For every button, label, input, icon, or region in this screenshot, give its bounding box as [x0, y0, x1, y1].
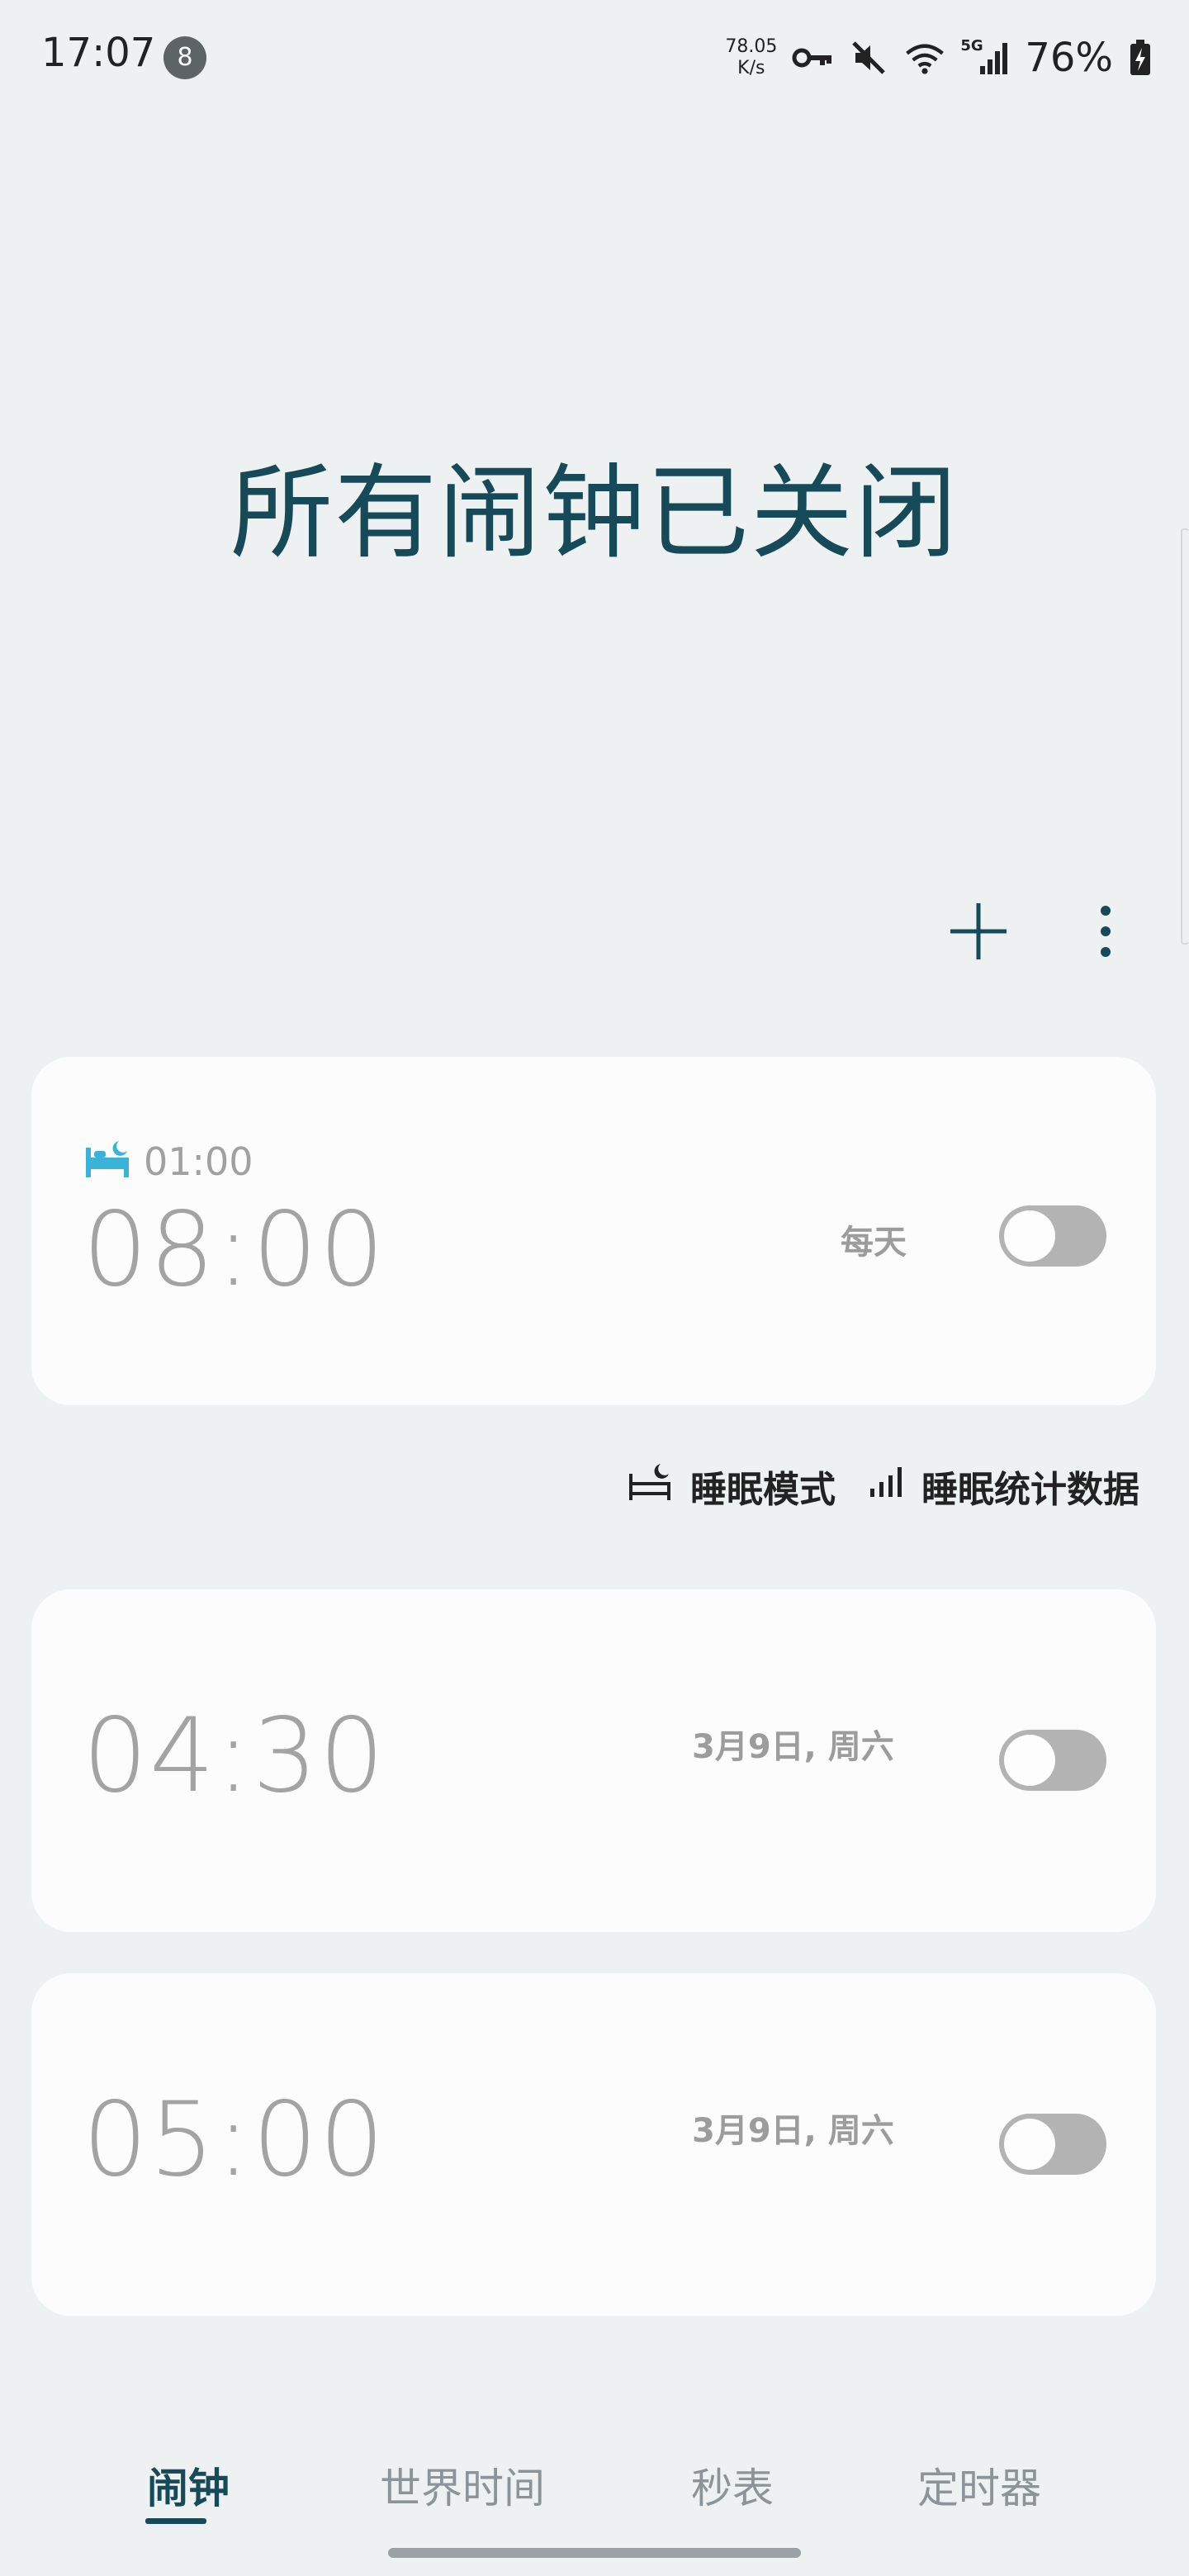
battery-level: 76%: [1025, 35, 1113, 81]
alarm-toggle[interactable]: [999, 1205, 1106, 1267]
alarm-card[interactable]: 05:00 3月9日, 周六: [31, 1973, 1156, 2316]
alarm-toggle[interactable]: [999, 1730, 1106, 1791]
battery-charging-icon: [1128, 37, 1153, 78]
signal-icon: 5G: [960, 37, 1010, 78]
more-vertical-icon: [1097, 902, 1114, 964]
sleep-links-row: 睡眠模式 睡眠统计数据: [628, 1453, 1139, 1519]
bedtime-row: 01:00: [83, 1139, 253, 1184]
tab-timer-label: 定时器: [917, 2465, 1041, 2512]
toggle-knob: [1004, 2119, 1055, 2170]
alarm-repeat-days: 每天: [841, 1224, 907, 1262]
alarm-repeat-days: 3月9日, 周六: [692, 1728, 894, 1766]
wifi-icon: [904, 37, 945, 78]
tab-timer[interactable]: 定时器: [855, 2403, 1103, 2568]
alarm-time: 08:00: [83, 1191, 386, 1309]
sleep-mode-icon: [628, 1462, 674, 1511]
alarm-repeat-days: 3月9日, 周六: [692, 2112, 894, 2150]
network-speed: 78.05 K/s: [725, 36, 777, 79]
tab-stopwatch[interactable]: 秒表: [628, 2403, 837, 2568]
page-title: 所有闹钟已关闭: [230, 454, 959, 573]
sleep-mode-label: 睡眠模式: [690, 1469, 836, 1511]
gesture-navigation-bar[interactable]: [388, 2548, 801, 2558]
notification-count-badge: 8: [163, 36, 206, 79]
alarm-card[interactable]: 01:00 08:00 每天: [31, 1057, 1156, 1405]
network-speed-value: 78.05: [725, 36, 778, 57]
tab-stopwatch-label: 秒表: [691, 2465, 774, 2512]
alarm-time: 05:00: [83, 2081, 386, 2200]
tab-world-clock-label: 世界时间: [380, 2465, 545, 2512]
alarm-toggle[interactable]: [999, 2114, 1106, 2175]
active-tab-indicator: [145, 2518, 206, 2524]
network-type-label: 5G: [960, 37, 983, 54]
status-time: 17:07: [41, 30, 156, 76]
plus-icon: [945, 898, 1011, 968]
sleep-stats-link[interactable]: 睡眠统计数据: [869, 1453, 1139, 1519]
network-speed-unit: K/s: [737, 58, 765, 78]
tab-alarm-label: 闹钟: [147, 2465, 230, 2512]
bar-chart-icon: [869, 1466, 905, 1508]
bed-icon: [83, 1139, 132, 1184]
mute-icon: [848, 37, 889, 78]
add-alarm-button[interactable]: [925, 867, 1032, 999]
bedtime-label: 01:00: [144, 1139, 253, 1184]
alarm-card[interactable]: 04:30 3月9日, 周六: [31, 1589, 1156, 1932]
edge-panel-handle[interactable]: [1181, 528, 1189, 945]
sleep-stats-label: 睡眠统计数据: [921, 1469, 1139, 1511]
tab-alarm[interactable]: 闹钟: [83, 2403, 294, 2568]
vpn-key-icon: [792, 37, 833, 78]
sleep-mode-link[interactable]: 睡眠模式: [628, 1453, 836, 1519]
tab-world-clock[interactable]: 世界时间: [314, 2403, 611, 2568]
toggle-knob: [1004, 1210, 1055, 1262]
status-bar: 17:07 8 78.05 K/s 5G 76%: [0, 0, 1189, 116]
more-options-button[interactable]: [1052, 867, 1159, 999]
alarm-time: 04:30: [83, 1697, 386, 1816]
status-icons: 78.05 K/s 5G 76%: [725, 25, 1153, 91]
toggle-knob: [1004, 1735, 1055, 1786]
